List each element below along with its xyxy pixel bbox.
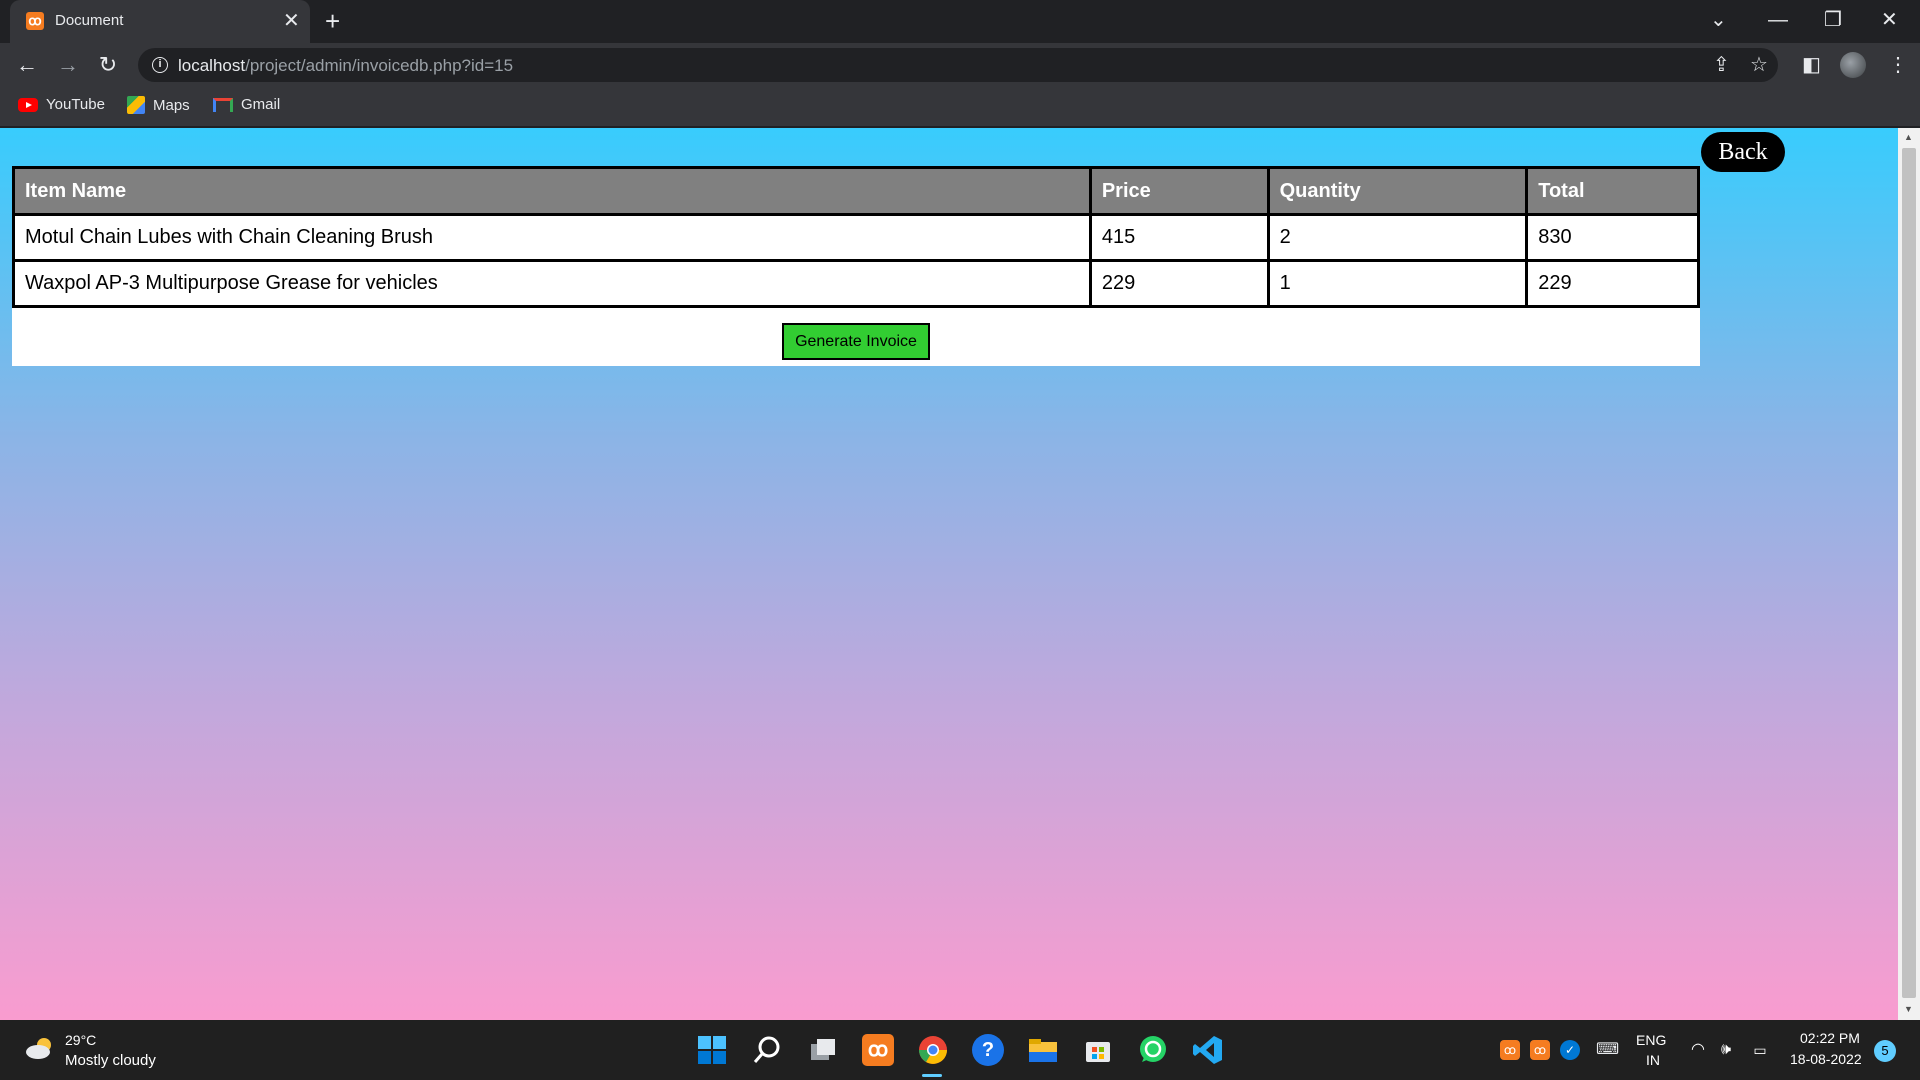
- header-price: Price: [1088, 166, 1270, 216]
- weather-description: Mostly cloudy: [65, 1052, 156, 1069]
- menu-kebab-icon[interactable]: ⋮: [1888, 51, 1908, 79]
- minimize-icon[interactable]: —: [1768, 6, 1788, 34]
- xampp-icon[interactable]: ꝏ: [862, 1034, 894, 1066]
- language-bottom[interactable]: IN: [1646, 1052, 1660, 1068]
- header-item-name: Item Name: [12, 166, 1092, 216]
- invoice-panel: Item Name Price Quantity Total Motul Cha…: [12, 166, 1700, 366]
- microsoft-store-icon[interactable]: [1082, 1034, 1114, 1066]
- tab-strip: ꝏ Document ✕ + ⌄ — ❐ ✕: [0, 0, 1920, 43]
- url-host: localhost: [178, 56, 246, 75]
- restore-icon[interactable]: ❐: [1824, 6, 1842, 34]
- security-tray-icon[interactable]: ✓: [1560, 1040, 1580, 1060]
- language-top[interactable]: ENG: [1636, 1032, 1666, 1048]
- cell-price: 415: [1088, 213, 1270, 262]
- windows-start-icon[interactable]: [696, 1034, 728, 1066]
- reload-icon[interactable]: ↻: [92, 49, 124, 81]
- xampp-tray-icon[interactable]: ꝏ: [1500, 1040, 1520, 1060]
- scroll-up-icon[interactable]: ▲: [1904, 132, 1913, 142]
- bookmark-star-icon[interactable]: ☆: [1750, 53, 1768, 77]
- wifi-icon[interactable]: ◠: [1688, 1040, 1708, 1060]
- tab-title: Document: [55, 12, 124, 29]
- gmail-icon: [213, 97, 233, 112]
- cell-price: 229: [1088, 259, 1270, 308]
- maps-icon: [127, 96, 145, 114]
- new-tab-icon[interactable]: +: [325, 7, 340, 35]
- cell-item-name: Waxpol AP-3 Multipurpose Grease for vehi…: [12, 259, 1092, 308]
- bookmark-youtube[interactable]: YouTube: [18, 96, 105, 113]
- bookmark-label: Maps: [153, 96, 190, 114]
- cell-total: 229: [1525, 259, 1700, 308]
- tab-close-icon[interactable]: ✕: [283, 9, 300, 33]
- windows-taskbar: 29°C Mostly cloudy ꝏ ? ꝏ ꝏ ✓ ⌨ ENG IN ◠ …: [0, 1020, 1920, 1080]
- address-bar[interactable]: i localhost/project/admin/invoicedb.php?…: [138, 48, 1778, 82]
- clock-time[interactable]: 02:22 PM: [1800, 1030, 1860, 1046]
- share-icon[interactable]: ⇪: [1713, 53, 1730, 77]
- header-quantity: Quantity: [1266, 166, 1529, 216]
- cell-quantity: 1: [1266, 259, 1529, 308]
- chrome-icon[interactable]: [917, 1034, 949, 1066]
- search-icon[interactable]: [752, 1034, 784, 1066]
- vscode-icon[interactable]: [1192, 1034, 1224, 1066]
- xampp-control-tray-icon[interactable]: ꝏ: [1530, 1040, 1550, 1060]
- volume-icon[interactable]: 🕪: [1716, 1040, 1736, 1060]
- bookmarks-bar: YouTube Maps Gmail: [0, 87, 1920, 127]
- cloudy-weather-icon[interactable]: [24, 1036, 56, 1060]
- close-window-icon[interactable]: ✕: [1881, 6, 1898, 34]
- bookmark-gmail[interactable]: Gmail: [213, 96, 280, 113]
- weather-temperature: 29°C: [65, 1032, 97, 1048]
- active-app-indicator: [922, 1074, 942, 1077]
- page-viewport: Back Item Name Price Quantity Total Motu…: [0, 128, 1898, 1020]
- page-scrollbar[interactable]: ▲ ▼: [1898, 128, 1920, 1020]
- table-row: Motul Chain Lubes with Chain Cleaning Br…: [12, 213, 1700, 262]
- notification-badge[interactable]: 5: [1874, 1040, 1896, 1062]
- task-view-icon[interactable]: [807, 1034, 839, 1066]
- url-path: /project/admin/invoicedb.php?id=15: [245, 56, 514, 75]
- back-button[interactable]: Back: [1701, 132, 1785, 172]
- cell-total: 830: [1525, 213, 1700, 262]
- header-total: Total: [1525, 166, 1700, 216]
- back-arrow-icon[interactable]: ←: [11, 49, 43, 81]
- file-explorer-icon[interactable]: [1027, 1034, 1059, 1066]
- table-row: Waxpol AP-3 Multipurpose Grease for vehi…: [12, 259, 1700, 308]
- site-info-icon[interactable]: i: [152, 57, 168, 73]
- battery-icon[interactable]: ▭: [1750, 1040, 1770, 1060]
- generate-invoice-button[interactable]: Generate Invoice: [782, 323, 930, 360]
- scroll-thumb[interactable]: [1902, 148, 1916, 998]
- tab-search-icon[interactable]: ⌄: [1710, 6, 1727, 34]
- browser-toolbar: ← → ↻ i localhost/project/admin/invoiced…: [0, 43, 1920, 87]
- cell-quantity: 2: [1266, 213, 1529, 262]
- profile-avatar[interactable]: [1840, 52, 1866, 78]
- items-table: Item Name Price Quantity Total Motul Cha…: [12, 166, 1700, 308]
- forward-arrow-icon[interactable]: →: [52, 49, 84, 81]
- xampp-favicon-icon: ꝏ: [26, 12, 44, 30]
- url-text[interactable]: localhost/project/admin/invoicedb.php?id…: [178, 56, 513, 76]
- browser-tab[interactable]: ꝏ Document ✕: [10, 0, 310, 43]
- help-icon[interactable]: ?: [972, 1034, 1004, 1066]
- side-panel-icon[interactable]: ◧: [1802, 51, 1821, 79]
- cell-item-name: Motul Chain Lubes with Chain Cleaning Br…: [12, 213, 1092, 262]
- whatsapp-icon[interactable]: [1137, 1034, 1169, 1066]
- bookmark-maps[interactable]: Maps: [127, 96, 190, 114]
- scroll-down-icon[interactable]: ▼: [1904, 1004, 1913, 1014]
- bookmark-label: YouTube: [46, 96, 105, 113]
- clock-date[interactable]: 18-08-2022: [1790, 1051, 1862, 1067]
- youtube-icon: [18, 97, 38, 112]
- table-header-row: Item Name Price Quantity Total: [12, 166, 1700, 216]
- bookmark-label: Gmail: [241, 96, 281, 113]
- keyboard-icon[interactable]: ⌨: [1596, 1040, 1619, 1060]
